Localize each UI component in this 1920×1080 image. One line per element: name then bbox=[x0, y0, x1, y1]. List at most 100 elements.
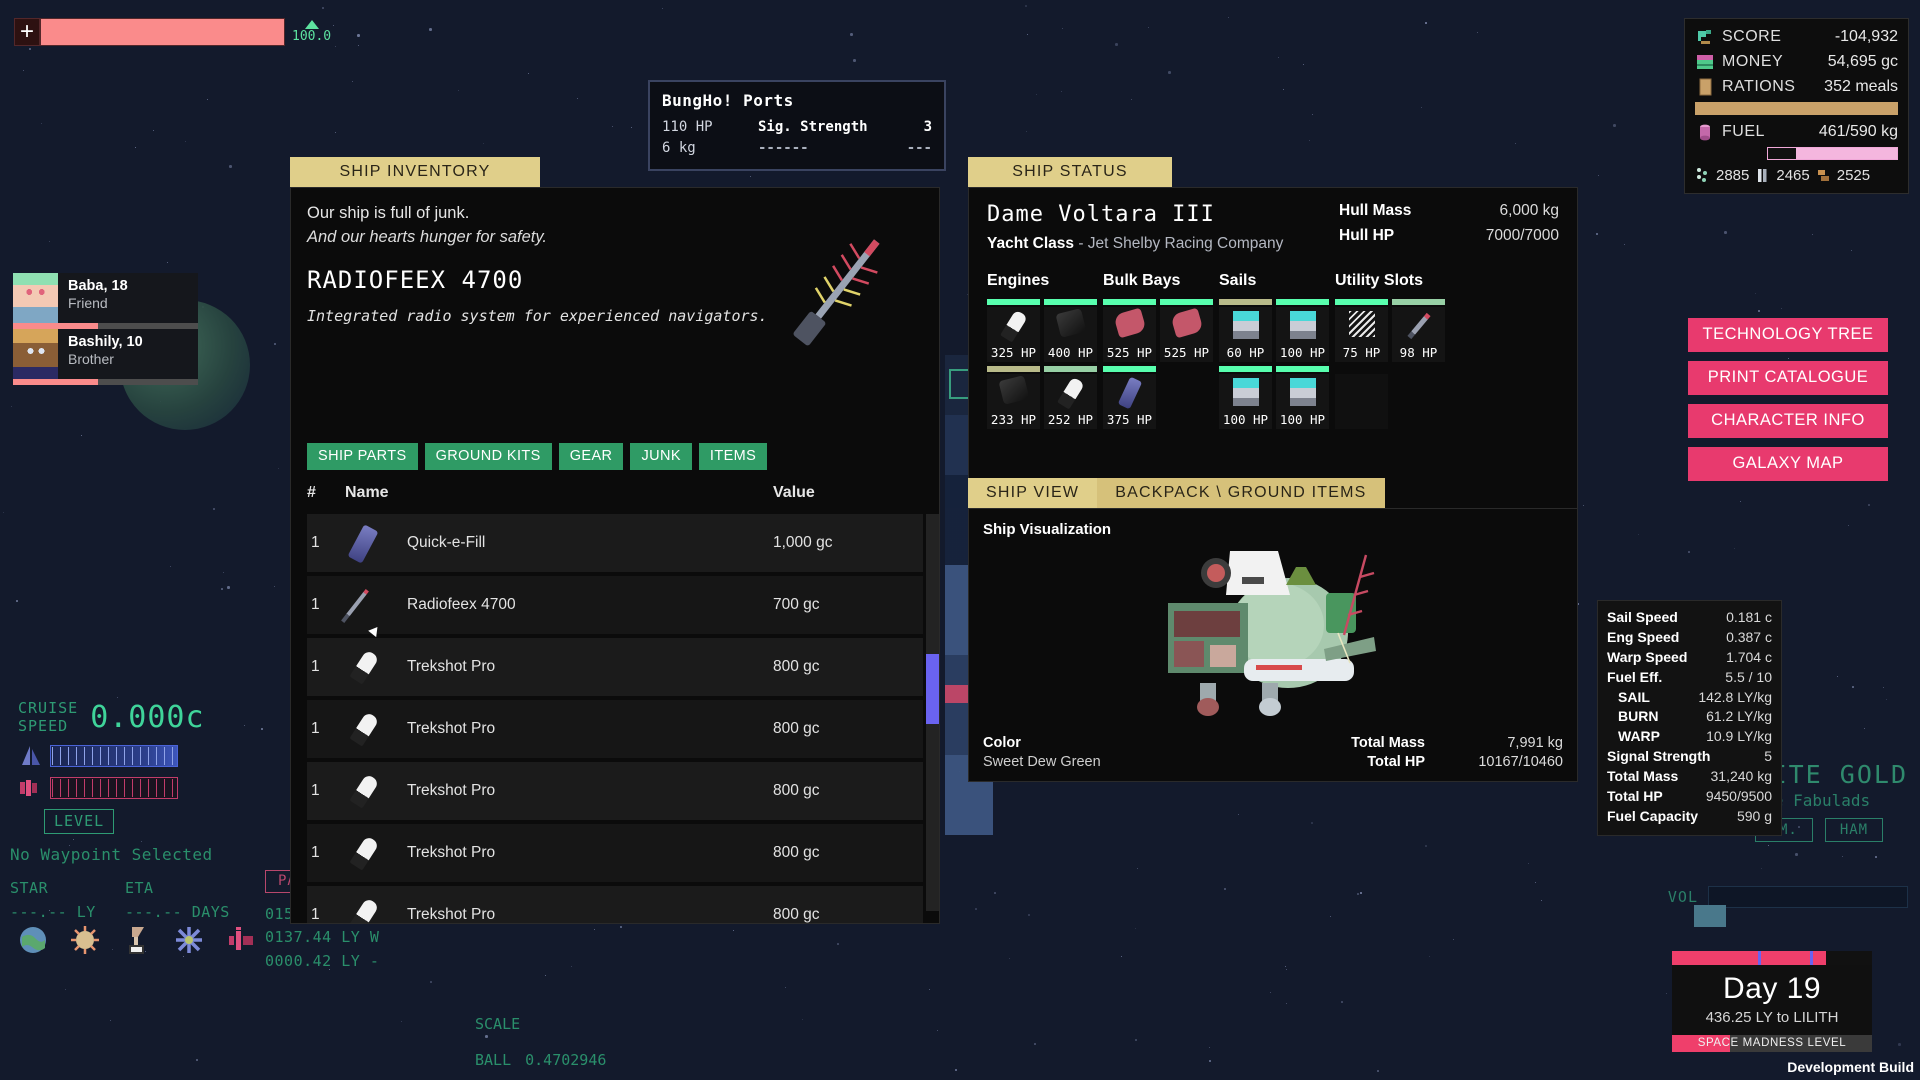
row-count: 1 bbox=[311, 844, 320, 861]
technology-tree-button[interactable]: TECHNOLOGY TREE bbox=[1688, 318, 1888, 352]
table-row[interactable]: 1 Radiofeex 4700 700 gc bbox=[307, 576, 923, 634]
part-health-bar bbox=[1276, 299, 1329, 305]
volume-slider[interactable] bbox=[1694, 886, 1908, 927]
table-row[interactable]: 1 Trekshot Pro 800 gc bbox=[307, 700, 923, 758]
station-icon[interactable] bbox=[226, 925, 256, 955]
part-cell[interactable]: 375 HP bbox=[1103, 374, 1156, 429]
part-cell[interactable]: 525 HP bbox=[1103, 307, 1156, 362]
stat-value: 10.9 LY/kg bbox=[1706, 728, 1772, 745]
stat-value: 1.704 c bbox=[1726, 648, 1772, 665]
part-slot[interactable]: 525 HP bbox=[1103, 299, 1156, 362]
waypoint-panel: No Waypoint Selected STAR ---.-- LY ETA … bbox=[10, 845, 240, 921]
table-row[interactable]: 1 Trekshot Pro 800 gc bbox=[307, 638, 923, 696]
row-count: 1 bbox=[311, 720, 320, 737]
materials-row: 2885 2465 2525 bbox=[1695, 167, 1898, 184]
sail-gauge[interactable] bbox=[50, 745, 178, 767]
planet-icon[interactable] bbox=[18, 925, 48, 955]
quick-icon bbox=[345, 520, 407, 566]
part-cell[interactable]: 100 HP bbox=[1276, 307, 1329, 362]
star-icon[interactable] bbox=[70, 925, 100, 955]
part-hp: 375 HP bbox=[1106, 412, 1153, 427]
part-slot[interactable]: 100 HP bbox=[1276, 366, 1329, 429]
table-row[interactable]: 1 Quick-e-Fill 1,000 gc bbox=[307, 514, 923, 572]
crew-relation: Friend bbox=[68, 294, 108, 311]
tooltip-signal-value: 3 bbox=[923, 119, 932, 135]
part-slot[interactable]: 100 HP bbox=[1276, 299, 1329, 362]
row-count: 1 bbox=[311, 782, 320, 799]
list-item[interactable]: Baba, 18 Friend bbox=[13, 273, 198, 329]
health-value-group: 100.0 bbox=[292, 19, 332, 44]
list-item[interactable]: Bashily, 10 Brother bbox=[13, 329, 198, 385]
print-catalogue-button[interactable]: PRINT CATALOGUE bbox=[1688, 361, 1888, 395]
category-gear[interactable]: GEAR bbox=[558, 443, 624, 470]
part-cell[interactable]: 233 HP bbox=[987, 374, 1040, 429]
part-slot[interactable]: 100 HP bbox=[1219, 366, 1272, 429]
part-cell[interactable]: 400 HP bbox=[1044, 307, 1097, 362]
table-row[interactable]: 1 Trekshot Pro 800 gc bbox=[307, 762, 923, 820]
scrollbar[interactable] bbox=[926, 514, 939, 911]
part-slot[interactable]: 75 HP bbox=[1335, 299, 1388, 362]
character-info-button[interactable]: CHARACTER INFO bbox=[1688, 404, 1888, 438]
tooltip-dash-mid: ------ bbox=[758, 140, 809, 156]
ship-inventory-body: Our ship is full of junk. And our hearts… bbox=[290, 187, 940, 924]
part-slot[interactable]: 325 HP bbox=[987, 299, 1040, 362]
ship-status-tab[interactable]: SHIP STATUS bbox=[968, 157, 1172, 187]
volume-knob[interactable] bbox=[1694, 905, 1726, 927]
sail-icon bbox=[22, 746, 40, 765]
volume-control[interactable]: VOL bbox=[1668, 886, 1908, 927]
hull-stats: Hull Mass 6,000 kg Hull HP 7000/7000 bbox=[1339, 202, 1559, 252]
burn-gauge-row[interactable] bbox=[18, 777, 205, 799]
part-slot[interactable]: 98 HP bbox=[1392, 299, 1445, 362]
burn-gauge[interactable] bbox=[50, 777, 178, 799]
table-row[interactable]: 1 Trekshot Pro 800 gc bbox=[307, 824, 923, 882]
part-cell[interactable]: 98 HP bbox=[1392, 307, 1445, 362]
part-cell[interactable]: 525 HP bbox=[1160, 307, 1213, 362]
part-icon bbox=[999, 309, 1028, 343]
part-slot[interactable]: 525 HP bbox=[1160, 299, 1213, 362]
category-ship-parts[interactable]: SHIP PARTS bbox=[307, 443, 418, 470]
tab-ship-view[interactable]: SHIP VIEW bbox=[968, 478, 1098, 508]
part-slot[interactable] bbox=[1335, 366, 1388, 429]
slot-group-sails: Sails 60 HP 100 HP 100 HP 100 HP bbox=[1219, 272, 1329, 429]
category-junk[interactable]: JUNK bbox=[630, 443, 692, 470]
sail-gauge-row[interactable] bbox=[18, 745, 205, 767]
ship-part-slots: Engines 325 HP 400 HP 233 HP 252 HP Bulk Bays… bbox=[987, 272, 1559, 429]
radio-ham-button[interactable]: HAM bbox=[1824, 818, 1884, 842]
category-ground-kits[interactable]: GROUND KITS bbox=[424, 443, 552, 470]
part-cell[interactable]: 60 HP bbox=[1219, 307, 1272, 362]
part-cell[interactable]: 100 HP bbox=[1276, 374, 1329, 429]
health-value: 100.0 bbox=[292, 28, 332, 44]
part-cell[interactable]: 75 HP bbox=[1335, 307, 1388, 362]
part-slot[interactable]: 252 HP bbox=[1044, 366, 1097, 429]
part-cell[interactable]: 325 HP bbox=[987, 307, 1040, 362]
part-hp: 60 HP bbox=[1226, 345, 1265, 360]
scrollbar-thumb[interactable] bbox=[926, 654, 939, 724]
row-count: 1 bbox=[311, 658, 320, 675]
part-cell[interactable]: 252 HP bbox=[1044, 374, 1097, 429]
crew-info: Bashily, 10 Brother bbox=[58, 329, 198, 383]
part-cell[interactable] bbox=[1335, 374, 1388, 429]
part-health-bar bbox=[987, 299, 1040, 305]
part-slot[interactable]: 400 HP bbox=[1044, 299, 1097, 362]
part-slot[interactable]: 60 HP bbox=[1219, 299, 1272, 362]
category-items[interactable]: ITEMS bbox=[698, 443, 768, 470]
galaxy-map-button[interactable]: GALAXY MAP bbox=[1688, 447, 1888, 481]
money-row: MONEY 54,695 gc bbox=[1695, 52, 1898, 72]
part-slot[interactable]: 375 HP bbox=[1103, 366, 1156, 429]
part-cell[interactable]: 100 HP bbox=[1219, 374, 1272, 429]
warp-icon[interactable] bbox=[174, 925, 204, 955]
scrap-value: 2885 bbox=[1716, 167, 1750, 184]
stat-key: BURN bbox=[1618, 708, 1659, 725]
ship-visualization[interactable] bbox=[1138, 533, 1408, 733]
navigation-filter-icons bbox=[18, 925, 256, 955]
row-value: 800 gc bbox=[773, 844, 820, 861]
plus-icon[interactable]: + bbox=[14, 18, 40, 46]
hull-mass-value: 6,000 kg bbox=[1499, 202, 1559, 219]
level-button[interactable]: LEVEL bbox=[44, 809, 115, 834]
part-slot[interactable]: 233 HP bbox=[987, 366, 1040, 429]
tab-backpack-ground-items[interactable]: BACKPACK \ GROUND ITEMS bbox=[1097, 478, 1385, 508]
flag-icon[interactable] bbox=[122, 925, 152, 955]
table-row[interactable]: 1 Trekshot Pro 800 gc bbox=[307, 886, 923, 923]
ship-inventory-tab[interactable]: SHIP INVENTORY bbox=[290, 157, 540, 187]
part-icon bbox=[1232, 378, 1259, 406]
